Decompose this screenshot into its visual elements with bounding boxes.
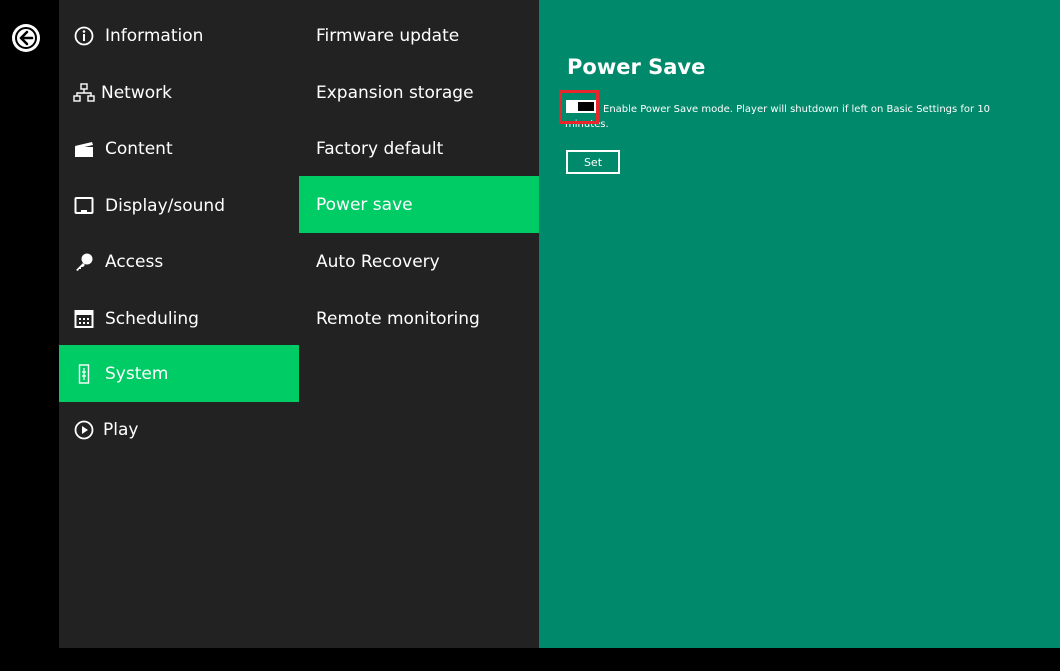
submenu-label: Remote monitoring [316, 308, 480, 329]
submenu-item-factory-default[interactable]: Factory default [299, 120, 556, 177]
menu-label: Play [103, 419, 139, 440]
calendar-icon [73, 308, 95, 330]
set-button[interactable]: Set [566, 150, 620, 174]
system-icon [73, 363, 95, 385]
menu-label: Network [101, 82, 172, 103]
app-window: Information Network Content Display/soun… [0, 0, 1060, 671]
submenu-label: Expansion storage [316, 82, 474, 103]
bottom-bar [0, 648, 1060, 671]
menu-item-play[interactable]: Play [59, 401, 299, 458]
menu-item-display-sound[interactable]: Display/sound [59, 177, 299, 234]
power-save-description: Enable Power Save mode. Player will shut… [565, 104, 991, 130]
clapperboard-icon [73, 138, 95, 160]
submenu-label: Power save [316, 194, 413, 215]
menu-label: Access [105, 251, 164, 272]
menu-label: Scheduling [105, 308, 199, 329]
submenu-item-auto-recovery[interactable]: Auto Recovery [299, 233, 556, 290]
menu-item-system[interactable]: System [59, 345, 299, 402]
menu-label: Information [105, 25, 204, 46]
submenu-item-expansion-storage[interactable]: Expansion storage [299, 64, 556, 121]
submenu-item-remote-monitoring[interactable]: Remote monitoring [299, 290, 556, 347]
left-strip [0, 0, 6, 671]
submenu-item-power-save[interactable]: Power save [299, 176, 556, 233]
power-save-toggle[interactable] [566, 100, 596, 113]
submenu-label: Factory default [316, 138, 444, 159]
monitor-icon [73, 195, 95, 217]
menu-item-scheduling[interactable]: Scheduling [59, 290, 299, 347]
play-icon [73, 419, 95, 441]
info-icon [73, 25, 95, 47]
toggle-highlight [559, 90, 599, 124]
back-button[interactable] [12, 24, 40, 52]
menu-item-network[interactable]: Network [59, 64, 299, 121]
menu-label: System [105, 363, 169, 384]
arrow-left-icon [15, 27, 37, 49]
power-save-panel: Power Save Enable Power Save mode. Playe… [539, 0, 1060, 648]
toggle-knob [578, 102, 594, 111]
submenu-label: Firmware update [316, 25, 460, 46]
menu-label: Display/sound [105, 195, 225, 216]
network-icon [73, 82, 95, 104]
system-submenu: Firmware update Expansion storage Factor… [299, 0, 556, 648]
menu-item-information[interactable]: Information [59, 7, 299, 64]
submenu-item-firmware-update[interactable]: Firmware update [299, 7, 556, 64]
menu-item-content[interactable]: Content [59, 120, 299, 177]
key-icon [73, 251, 95, 273]
main-menu: Information Network Content Display/soun… [59, 0, 299, 648]
menu-item-access[interactable]: Access [59, 233, 299, 290]
menu-label: Content [105, 138, 173, 159]
submenu-label: Auto Recovery [316, 251, 440, 272]
page-title: Power Save [567, 55, 706, 79]
